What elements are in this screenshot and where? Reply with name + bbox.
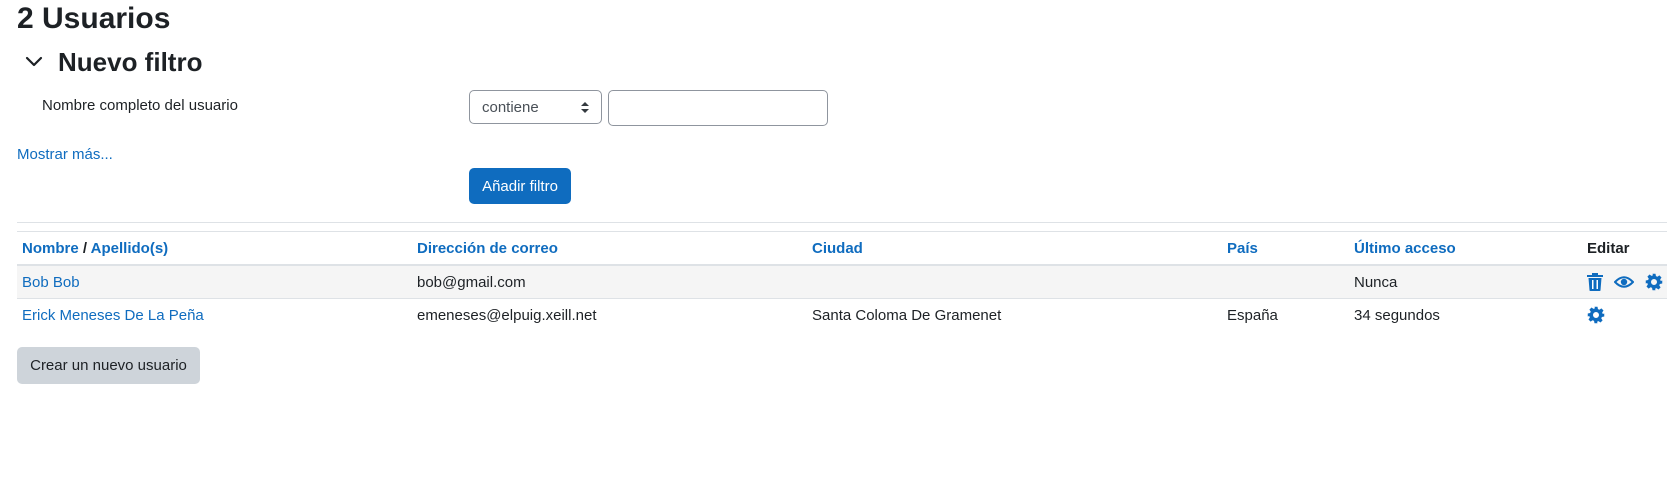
actions-cell [1582,265,1667,299]
email-cell: emeneses@elpuig.xeill.net [417,306,597,324]
operator-select-value: contiene [482,98,539,116]
email-cell: bob@gmail.com [412,265,807,299]
create-user-button[interactable]: Crear un nuevo usuario [17,347,200,384]
sort-city-link[interactable]: Ciudad [812,240,863,257]
name-cell: Bob Bob [17,265,412,299]
country-cell [1222,265,1349,299]
eye-icon[interactable] [1614,275,1634,289]
operator-select[interactable]: contiene [469,90,602,124]
last-access-cell: 34 segundos [1354,306,1440,324]
last-access-column-header: Último acceso [1349,232,1582,266]
country-column-header: País [1222,232,1349,266]
filter-section-header: Nuevo filtro [22,46,202,78]
select-arrows-icon [581,101,589,113]
trash-icon[interactable] [1587,273,1603,291]
page-title: 2 Usuarios [17,2,171,35]
sort-email-link[interactable]: Dirección de correo [417,240,558,257]
sort-firstname-link[interactable]: Nombre [22,240,79,257]
chevron-down-icon[interactable] [22,50,46,74]
fullname-filter-label: Nombre completo del usuario [42,97,238,114]
fullname-filter-input[interactable] [608,90,828,126]
header-separator: / [82,239,88,257]
email-column-header: Dirección de correo [412,232,807,266]
table-row: Bob Bob bob@gmail.com Nunca [17,265,1667,299]
city-column-header: Ciudad [807,232,1222,266]
name-column-header: Nombre / Apellido(s) [17,232,412,266]
country-cell: España [1227,306,1278,324]
table-row: Erick Meneses De La Peña emeneses@elpuig… [17,299,1667,332]
users-table: Nombre / Apellido(s) Dirección de correo… [17,232,1667,331]
user-profile-link[interactable]: Bob Bob [22,274,80,291]
actions-cell [1582,299,1667,332]
add-filter-button[interactable]: Añadir filtro [469,168,571,204]
gear-icon[interactable] [1587,306,1605,324]
name-cell: Erick Meneses De La Peña [17,299,412,332]
last-access-cell: Nunca [1349,265,1582,299]
sort-country-link[interactable]: País [1227,240,1258,257]
divider [17,222,1667,223]
show-more-link[interactable]: Mostrar más... [17,145,113,165]
filter-heading: Nuevo filtro [58,47,203,77]
user-profile-link[interactable]: Erick Meneses De La Peña [22,307,204,324]
city-cell [807,265,1222,299]
table-header-row: Nombre / Apellido(s) Dirección de correo… [17,232,1667,266]
edit-column-header: Editar [1582,232,1667,266]
sort-lastname-link[interactable]: Apellido(s) [91,240,169,257]
city-cell: Santa Coloma De Gramenet [812,306,1002,324]
gear-icon[interactable] [1645,273,1663,291]
sort-last-access-link[interactable]: Último acceso [1354,240,1456,257]
